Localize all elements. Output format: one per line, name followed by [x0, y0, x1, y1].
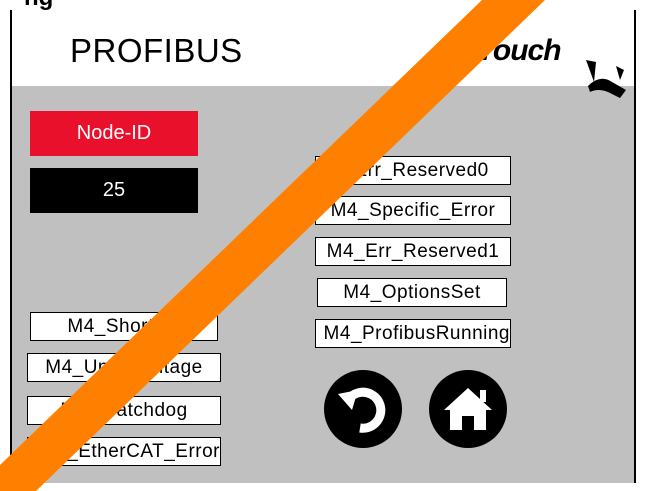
page-title: PROFIBUS [70, 32, 243, 69]
return-arrow-icon [338, 387, 386, 433]
status-ethercat-error: M4_EtherCAT_Error [27, 437, 221, 466]
node-id-label: Node-ID [30, 111, 198, 156]
node-id-value[interactable]: 25 [30, 168, 198, 213]
hmi-screen: PROFIBUS giTouch Node-ID 25 M4_Err_Reser… [10, 10, 636, 483]
hand-pointer-logo-icon [586, 60, 626, 98]
back-button[interactable] [324, 370, 402, 448]
home-button[interactable] [429, 370, 507, 448]
status-options-set: M4_OptionsSet [317, 278, 507, 307]
home-icon [444, 388, 492, 430]
separator-dash [260, 254, 270, 257]
logo-text: giTouch [452, 34, 562, 67]
status-shortcut: M4_Shortcut [30, 312, 218, 341]
status-watchdog: M4_Watchdog [27, 396, 221, 425]
status-err-reserved0: M4_Err_Reserved0 [315, 156, 511, 185]
title-bar: PROFIBUS giTouch [12, 10, 634, 86]
status-specific-error: M4_Specific_Error [315, 196, 511, 225]
status-err-reserved1: M4_Err_Reserved1 [315, 237, 511, 266]
status-profibus-running: M4_ProfibusRunning [315, 319, 511, 348]
status-undervoltage: M4_Undervoltage [27, 353, 221, 382]
top-cropped-text: ng [24, 0, 53, 10]
hmi-frame: ng PROFIBUS giTouch Node-ID 25 M4_Err_Re… [0, 0, 646, 491]
